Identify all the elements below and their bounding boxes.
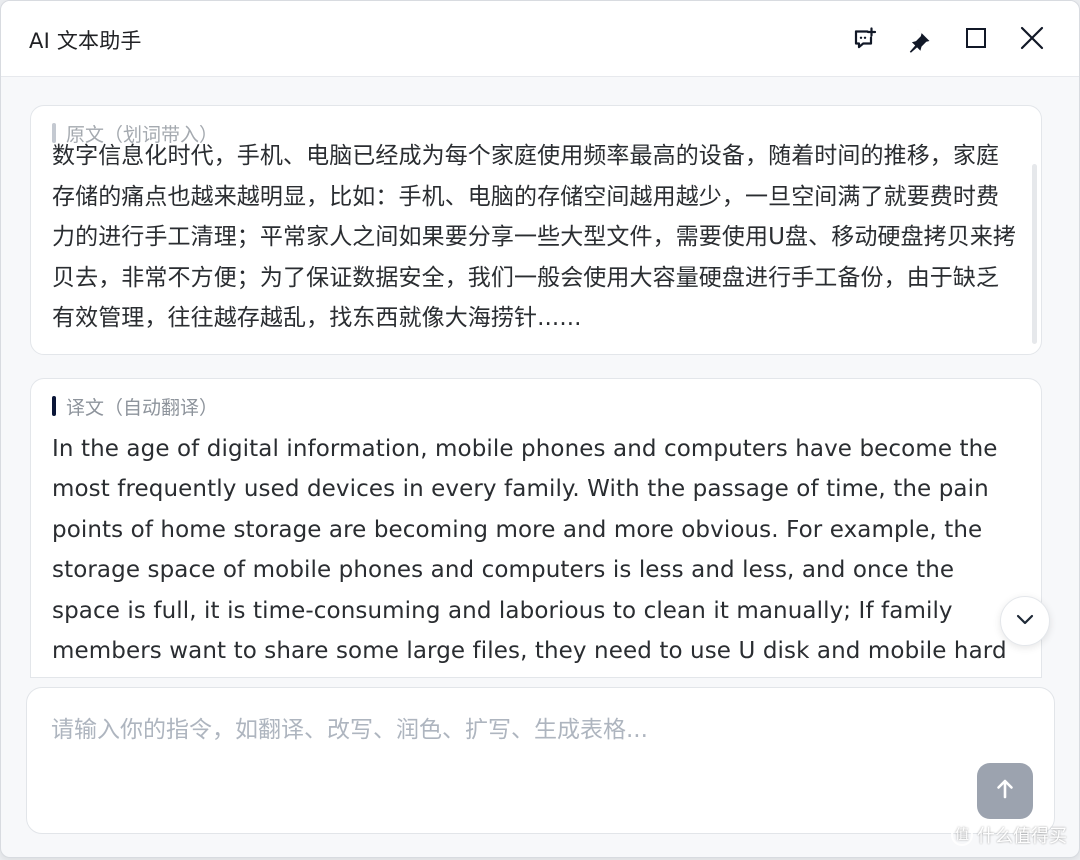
instruction-panel — [26, 687, 1055, 834]
close-icon — [1016, 22, 1048, 54]
watermark: 值 什么值得买 — [951, 821, 1067, 849]
new-chat-icon — [850, 24, 878, 52]
translation-label-bar — [52, 396, 56, 416]
title-bar: AI 文本助手 — [1, 1, 1079, 77]
translation-text: In the age of digital information, mobil… — [52, 436, 1007, 665]
new-chat-button[interactable] — [845, 19, 883, 57]
source-scrollbar[interactable] — [1032, 164, 1037, 344]
close-button[interactable] — [1013, 19, 1051, 57]
conversation-content[interactable]: 原文（划词带入） 数字信息化时代，手机、电脑已经成为每个家庭使用频率最高的设备，… — [1, 78, 1079, 678]
pin-icon — [905, 23, 935, 53]
arrow-up-icon — [992, 776, 1018, 806]
send-button[interactable] — [977, 763, 1033, 819]
translation-label-text: 译文（自动翻译） — [66, 396, 219, 419]
translation-card: 译文（自动翻译） In the age of digital informati… — [30, 378, 1042, 678]
watermark-text: 什么值得买 — [977, 826, 1067, 847]
ai-text-assistant-window: AI 文本助手 原文（划词带入） 数字信息化时代，手机、电脑已经成为每个家庭使用… — [0, 0, 1080, 858]
translation-label: 译文（自动翻译） — [52, 394, 219, 419]
scroll-down-button[interactable] — [1000, 596, 1050, 646]
source-text: 数字信息化时代，手机、电脑已经成为每个家庭使用频率最高的设备，随着时间的推移，家… — [52, 143, 1017, 331]
maximize-icon — [962, 24, 990, 52]
window-controls — [845, 18, 1051, 58]
watermark-logo-icon: 值 — [951, 824, 973, 846]
window-title: AI 文本助手 — [29, 29, 142, 53]
source-text-card: 原文（划词带入） 数字信息化时代，手机、电脑已经成为每个家庭使用频率最高的设备，… — [30, 105, 1042, 355]
pin-button[interactable] — [901, 19, 939, 57]
maximize-button[interactable] — [957, 19, 995, 57]
instruction-input[interactable] — [51, 709, 981, 751]
chevron-down-icon — [1013, 607, 1037, 635]
